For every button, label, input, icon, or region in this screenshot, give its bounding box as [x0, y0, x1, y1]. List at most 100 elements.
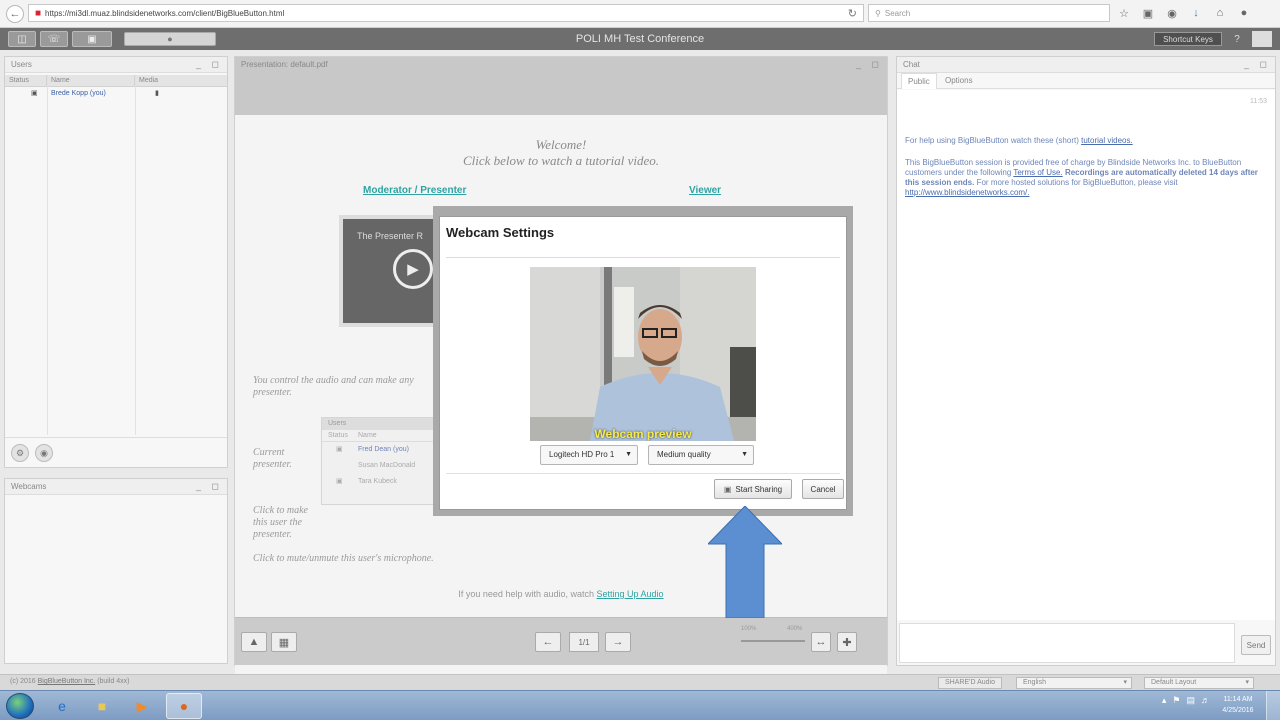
column-media[interactable]: Media: [135, 75, 227, 86]
network-icon[interactable]: ▤: [1186, 695, 1195, 706]
menu-icon[interactable]: ●: [1236, 5, 1252, 21]
start-sharing-button[interactable]: ▣ Start Sharing: [714, 479, 792, 499]
next-slide-button[interactable]: →: [605, 632, 631, 652]
language-select[interactable]: English ▾: [1016, 677, 1132, 689]
fit-width-icon[interactable]: ↔: [811, 632, 831, 652]
illustration-user-name: Susan MacDonald: [358, 462, 416, 469]
welcome-message-e: For more hosted solutions: [976, 178, 1070, 187]
user-name[interactable]: Brede Kopp (you): [47, 87, 135, 101]
search-input[interactable]: ⚲ Search: [868, 4, 1110, 22]
webcam-icon: ▣: [723, 484, 732, 494]
users-panel: Users _ ◻ Status Name Media ▣ Brede Kopp…: [4, 56, 228, 468]
mute-all-icon[interactable]: ◉: [35, 444, 53, 462]
site-icon: ■: [35, 7, 42, 19]
copyright-link[interactable]: BigBlueButton Inc.: [38, 678, 96, 685]
tab-options[interactable]: Options: [939, 73, 979, 89]
upload-icon[interactable]: ▲: [241, 632, 267, 652]
layout-select[interactable]: Default Layout ▾: [1144, 677, 1254, 689]
phone-button[interactable]: ☏: [40, 31, 68, 47]
list-item: ▣ Fred Dean (you): [322, 442, 436, 458]
viewer-tutorial-link[interactable]: Viewer: [689, 185, 721, 196]
microphone-level[interactable]: ●: [124, 32, 216, 46]
presentation-title: Presentation: default.pdf: [235, 57, 887, 73]
star-icon[interactable]: ☆: [1116, 5, 1132, 21]
home-icon[interactable]: ⌂: [1212, 5, 1228, 21]
reading-icon[interactable]: ▣: [1140, 5, 1156, 21]
zoom-slider[interactable]: [741, 640, 805, 642]
headset-button[interactable]: ◫: [8, 31, 36, 47]
panel-window-controls[interactable]: _ ◻: [196, 481, 223, 492]
make-presenter-line-2: this user the: [253, 517, 302, 528]
tutorial-video-thumbnail[interactable]: The Presenter R ▶: [339, 215, 439, 327]
users-grid: [5, 75, 227, 435]
webcam-settings-dialog-frame: Webcam Settings Webcam preview Logitech …: [433, 206, 853, 516]
browser-tool-icons: ☆ ▣ ◉ ↓ ⌂ ●: [1116, 5, 1252, 21]
audio-status[interactable]: SHARE'D Audio: [938, 677, 1002, 689]
make-presenter-line-1: Click to make: [253, 505, 308, 516]
column-name[interactable]: Name: [47, 75, 135, 86]
video-title: The Presenter R: [357, 231, 424, 241]
play-icon[interactable]: ▶: [393, 249, 433, 289]
fit-page-icon[interactable]: ✚: [837, 632, 857, 652]
camera-select[interactable]: Logitech HD Pro 1 ▼: [540, 445, 638, 465]
media-player-icon[interactable]: ▶: [124, 693, 160, 719]
start-orb[interactable]: [6, 693, 34, 719]
current-presenter-line-2: presenter.: [253, 459, 292, 470]
zoom-max-label: 400%: [787, 626, 803, 632]
url-bar[interactable]: ■ https://mi3dl.muaz.blindsidenetworks.c…: [28, 4, 864, 22]
moderator-tutorial-link[interactable]: Moderator / Presenter: [363, 185, 466, 196]
illustration-users-header: Status Name: [322, 430, 436, 442]
flag-icon[interactable]: ⚑: [1172, 695, 1180, 706]
clock-date: 4/25/2016: [1222, 707, 1254, 714]
download-icon[interactable]: ↓: [1188, 5, 1204, 21]
slides-icon[interactable]: ▦: [271, 632, 297, 652]
table-row[interactable]: ▣ Brede Kopp (you) ▮: [5, 87, 227, 101]
quality-select[interactable]: Medium quality ▼: [648, 445, 754, 465]
clock[interactable]: 11:14 AM 4/25/2016: [1218, 694, 1258, 716]
blindside-link[interactable]: http://www.blindsidenetworks.com/.: [905, 188, 1030, 197]
panel-window-controls[interactable]: _ ◻: [856, 59, 883, 70]
audio-instructions: You control the audio and can make any p…: [253, 375, 414, 399]
cancel-button[interactable]: Cancel: [802, 479, 844, 499]
webcam-preview-image: [530, 267, 756, 441]
panel-window-controls[interactable]: _ ◻: [196, 59, 223, 70]
pocket-icon[interactable]: ◉: [1164, 5, 1180, 21]
chat-input[interactable]: [899, 623, 1235, 663]
panel-window-controls[interactable]: _ ◻: [1244, 59, 1271, 70]
webcams-panel-title: Webcams: [5, 479, 227, 495]
shortcut-keys-button[interactable]: Shortcut Keys: [1154, 32, 1222, 46]
terms-of-use-link[interactable]: Terms of Use.: [1013, 168, 1062, 177]
help-button[interactable]: ?: [1230, 32, 1244, 46]
ie-icon[interactable]: e: [44, 693, 80, 719]
show-desktop-button[interactable]: [1266, 691, 1280, 720]
webcams-panel: Webcams _ ◻: [4, 478, 228, 664]
users-panel-title: Users: [5, 57, 227, 73]
quality-value: Medium quality: [657, 450, 711, 459]
highlight-arrow: [708, 506, 782, 618]
tutorial-videos-link[interactable]: tutorial videos.: [1081, 136, 1133, 145]
audio-instructions-line-2: presenter.: [253, 387, 292, 398]
reload-icon[interactable]: ↻: [848, 7, 857, 20]
page-indicator[interactable]: 1/1: [569, 632, 599, 652]
tray-arrow-icon[interactable]: ▴: [1162, 695, 1167, 706]
column-status[interactable]: Status: [5, 75, 47, 86]
system-tray: ▴ ⚑ ▤ ♬: [1162, 695, 1210, 706]
previous-slide-button[interactable]: ←: [535, 632, 561, 652]
back-icon[interactable]: ←: [6, 4, 24, 23]
firefox-icon[interactable]: ●: [166, 693, 202, 719]
copyright-text: (c) 2016 BigBlueButton Inc. (build 4xx): [10, 678, 129, 685]
tab-public[interactable]: Public: [901, 73, 937, 89]
chevron-down-icon: ▼: [741, 451, 748, 458]
settings-icon[interactable]: ⚙: [11, 444, 29, 462]
divider: [446, 473, 840, 474]
fullscreen-button[interactable]: [1252, 31, 1272, 47]
webcam-button[interactable]: ▣: [72, 31, 112, 47]
illustration-name-header: Name: [358, 432, 377, 439]
copyright-prefix: (c) 2016: [10, 678, 36, 685]
setting-up-audio-link[interactable]: Setting Up Audio: [597, 589, 664, 599]
explorer-icon[interactable]: ■: [84, 693, 120, 719]
microphone-icon[interactable]: ▮: [135, 87, 227, 101]
volume-icon[interactable]: ♬: [1201, 695, 1210, 706]
zoom-min-label: 100%: [741, 626, 757, 632]
send-button[interactable]: Send: [1241, 635, 1271, 655]
